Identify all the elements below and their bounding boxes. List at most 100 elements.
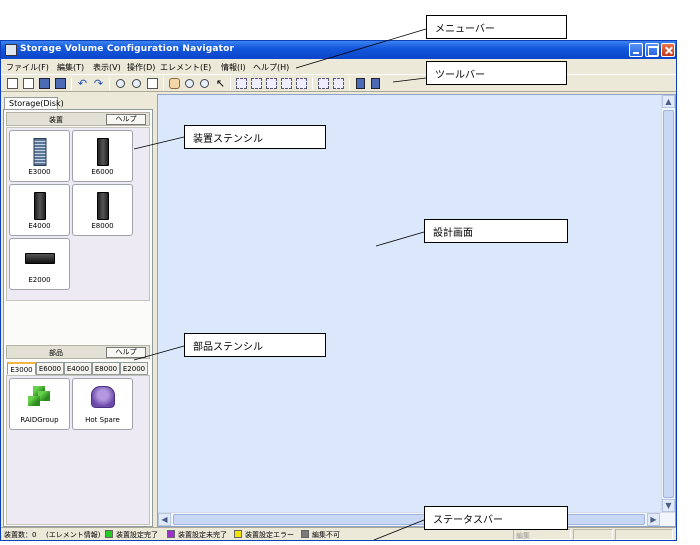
part-tile-raidgroup[interactable]: RAIDGroup xyxy=(9,378,70,430)
scroll-left-icon[interactable]: ◀ xyxy=(158,513,171,526)
toolbar-separator xyxy=(312,77,313,90)
tile-label: Hot Spare xyxy=(85,416,120,424)
legend-swatch-not-editable xyxy=(301,530,309,538)
tile-label: E3000 xyxy=(28,168,51,176)
legend-swatch-complete xyxy=(105,530,113,538)
horizontal-scroll-thumb[interactable] xyxy=(173,514,645,525)
toolbar-separator xyxy=(230,77,231,90)
device-tile-e4000[interactable]: E4000 xyxy=(9,184,70,236)
save-icon[interactable] xyxy=(39,78,50,89)
menu-operate[interactable]: 操作(D) xyxy=(127,62,155,73)
open-file-icon[interactable] xyxy=(23,78,34,89)
print-icon[interactable] xyxy=(55,78,66,89)
device-tile-e8000[interactable]: E8000 xyxy=(72,184,133,236)
status-mode-text: 編集 xyxy=(516,532,530,540)
storage-export-icon[interactable] xyxy=(371,78,380,89)
tab-e3000[interactable]: E3000 xyxy=(7,362,36,375)
part-tile-hot-spare[interactable]: Hot Spare xyxy=(72,378,133,430)
pan-icon[interactable] xyxy=(169,78,180,89)
tower-icon xyxy=(33,192,46,220)
design-canvas[interactable]: ▲ ▼ ◀ ▶ xyxy=(157,94,676,527)
zoom-window-icon[interactable] xyxy=(200,79,209,88)
layout-grid-icon[interactable] xyxy=(266,78,277,89)
raid-group-icon xyxy=(27,386,52,408)
parts-stencil-title: 部品 xyxy=(49,349,63,357)
legend-incomplete: 装置設定未完了 xyxy=(178,531,227,539)
callout-design-canvas: 設計画面 xyxy=(424,219,568,243)
parts-help-button[interactable]: ヘルプ xyxy=(106,347,146,358)
menu-view[interactable]: 表示(V) xyxy=(93,62,121,73)
scroll-right-icon[interactable]: ▶ xyxy=(647,513,660,526)
app-window: Storage Volume Configuration Navigator フ… xyxy=(0,40,677,541)
parts-stencil: RAIDGroup Hot Spare xyxy=(6,375,150,525)
vertical-scrollbar[interactable]: ▲ ▼ xyxy=(661,95,675,513)
tower-icon xyxy=(96,192,109,220)
tile-label: E6000 xyxy=(91,168,114,176)
tab-e6000[interactable]: E6000 xyxy=(36,362,64,375)
zoom-out-icon[interactable] xyxy=(132,79,141,88)
close-button[interactable] xyxy=(661,43,675,57)
menu-file[interactable]: ファイル(F) xyxy=(6,62,49,73)
fit-page-icon[interactable] xyxy=(147,78,158,89)
device-tile-e3000[interactable]: E3000 xyxy=(9,130,70,182)
element-info: (エレメント情報) xyxy=(46,531,101,539)
connect-icon[interactable] xyxy=(318,78,329,89)
tile-label: E8000 xyxy=(91,222,114,230)
vertical-scroll-thumb[interactable] xyxy=(663,110,674,498)
toolbar-separator xyxy=(71,77,72,90)
window-title: Storage Volume Configuration Navigator xyxy=(20,44,235,54)
device-tile-e6000[interactable]: E6000 xyxy=(72,130,133,182)
layout-tree-icon[interactable] xyxy=(236,78,247,89)
device-tile-e2000[interactable]: E2000 xyxy=(9,238,70,290)
stencil-panel: 装置 ヘルプ E3000 E6000 E4000 E8000 E2000 部品 … xyxy=(3,109,153,527)
new-file-icon[interactable] xyxy=(7,78,18,89)
scroll-down-icon[interactable]: ▼ xyxy=(662,499,675,512)
menu-element[interactable]: エレメント(E) xyxy=(160,62,211,73)
layout-hierarchy-icon[interactable] xyxy=(281,78,292,89)
legend-not-editable: 編集不可 xyxy=(312,531,340,539)
pointer-icon[interactable]: ↖ xyxy=(215,78,226,89)
app-icon xyxy=(5,44,17,56)
menu-edit[interactable]: 編集(T) xyxy=(57,62,84,73)
toolbar: ↶ ↷ ↖ xyxy=(1,74,676,92)
connect-all-icon[interactable] xyxy=(333,78,344,89)
tab-storage-disk[interactable]: Storage(Disk) xyxy=(4,97,64,109)
menu-info[interactable]: 情報(I) xyxy=(221,62,246,73)
storage-config-icon[interactable] xyxy=(356,78,365,89)
scroll-up-icon[interactable]: ▲ xyxy=(662,95,675,108)
device-help-button[interactable]: ヘルプ xyxy=(106,114,146,125)
legend-complete: 装置設定完了 xyxy=(116,531,158,539)
callout-menubar: メニューバー xyxy=(426,15,567,39)
status-cell-mode: 編集 xyxy=(513,529,571,540)
status-bar: 装置数：0 (エレメント情報) 装置設定完了 装置設定未完了 装置設定エラー 編… xyxy=(1,527,676,540)
horizontal-scrollbar[interactable]: ◀ ▶ xyxy=(158,512,675,526)
layout-flow-icon[interactable] xyxy=(296,78,307,89)
title-bar[interactable]: Storage Volume Configuration Navigator xyxy=(1,41,676,59)
layout-ring-icon[interactable] xyxy=(251,78,262,89)
maximize-button[interactable] xyxy=(645,43,659,57)
status-cell xyxy=(615,529,673,540)
tab-e2000[interactable]: E2000 xyxy=(120,362,148,375)
tower-icon xyxy=(96,138,109,166)
device-stencil-title: 装置 xyxy=(49,116,63,124)
tab-e4000[interactable]: E4000 xyxy=(64,362,92,375)
zoom-in-icon[interactable] xyxy=(116,79,125,88)
device-stencil-header: 装置 ヘルプ xyxy=(6,112,150,126)
undo-icon[interactable]: ↶ xyxy=(77,78,88,89)
toolbar-separator xyxy=(109,77,110,90)
callout-statusbar: ステータスバー xyxy=(424,506,568,530)
minimize-button[interactable] xyxy=(629,43,643,57)
redo-icon[interactable]: ↷ xyxy=(93,78,104,89)
tab-e8000[interactable]: E8000 xyxy=(92,362,120,375)
device-stencil: E3000 E6000 E4000 E8000 E2000 xyxy=(6,127,150,301)
parts-model-tabs: E3000 E6000 E4000 E8000 E2000 xyxy=(7,362,151,375)
legend-swatch-error xyxy=(234,530,242,538)
status-cell xyxy=(573,529,613,540)
tile-label: RAIDGroup xyxy=(20,416,59,424)
zoom-area-icon[interactable] xyxy=(185,79,194,88)
menu-help[interactable]: ヘルプ(H) xyxy=(253,62,289,73)
tile-label: E4000 xyxy=(28,222,51,230)
callout-toolbar: ツールバー xyxy=(426,61,567,85)
toolbar-separator xyxy=(163,77,164,90)
legend-error: 装置設定エラー xyxy=(245,531,294,539)
